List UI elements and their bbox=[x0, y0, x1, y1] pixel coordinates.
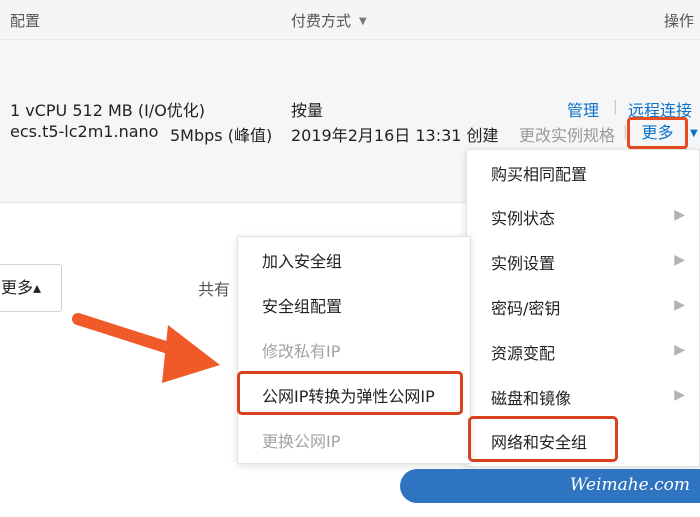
submenu-item-replace-public-ip: 更换公网IP bbox=[262, 432, 341, 451]
instance-bandwidth: 5Mbps (峰值) bbox=[170, 126, 273, 145]
menu-item-disk-image[interactable]: 磁盘和镜像 ▶ bbox=[467, 374, 699, 418]
submenu-item-join-security-group[interactable]: 加入安全组 bbox=[238, 237, 470, 281]
menu-item-instance-status[interactable]: 实例状态 ▶ bbox=[467, 194, 699, 238]
network-submenu: 加入安全组 安全组配置 修改私有IP 公网IP转换为弹性公网IP 更换公网IP bbox=[237, 236, 471, 464]
menu-item-password-key[interactable]: 密码/密钥 ▶ bbox=[467, 284, 699, 328]
submenu-item-security-group-config[interactable]: 安全组配置 bbox=[238, 282, 470, 326]
more-button[interactable]: 更多 bbox=[627, 117, 688, 149]
chevron-right-icon: ▶ bbox=[674, 252, 685, 268]
chevron-right-icon: ▶ bbox=[674, 297, 685, 313]
created-time: 2019年2月16日 13:31 创建 bbox=[291, 126, 499, 145]
column-operations: 操作 bbox=[663, 12, 694, 30]
total-count-label: 共有 bbox=[198, 280, 231, 299]
billing-method: 按量 bbox=[291, 101, 324, 120]
column-payment[interactable]: 付费方式 ▼ bbox=[291, 10, 367, 31]
change-spec-link[interactable]: 更改实例规格 bbox=[519, 122, 615, 146]
menu-item-instance-settings[interactable]: 实例设置 ▶ bbox=[467, 239, 699, 283]
caret-down-icon: ▼ bbox=[690, 128, 698, 139]
watermark-banner: Weimahe.com bbox=[400, 469, 700, 503]
action-separator: | bbox=[613, 99, 618, 115]
pointer-arrow-icon bbox=[72, 313, 220, 383]
menu-item-buy-same[interactable]: 购买相同配置 bbox=[467, 150, 699, 194]
manage-link[interactable]: 管理 bbox=[567, 97, 599, 121]
highlight-convert-eip bbox=[237, 371, 463, 415]
submenu-item-modify-private-ip: 修改私有IP bbox=[262, 342, 341, 361]
watermark-text: Weimahe.com bbox=[569, 475, 690, 495]
highlight-network-security bbox=[468, 416, 618, 462]
batch-more-dropdown[interactable]: 更多▴ bbox=[0, 264, 62, 312]
menu-item-resource-change[interactable]: 资源变配 ▶ bbox=[467, 329, 699, 373]
column-config: 配置 bbox=[10, 12, 41, 30]
chevron-right-icon: ▶ bbox=[674, 342, 685, 358]
chevron-right-icon: ▶ bbox=[674, 387, 685, 403]
caret-down-icon: ▼ bbox=[359, 16, 367, 27]
table-header: 配置 付费方式 ▼ 操作 bbox=[0, 0, 700, 40]
chevron-right-icon: ▶ bbox=[674, 207, 685, 223]
instance-spec: 1 vCPU 512 MB (I/O优化) bbox=[10, 101, 206, 120]
instance-type: ecs.t5-lc2m1.nano bbox=[10, 122, 159, 141]
